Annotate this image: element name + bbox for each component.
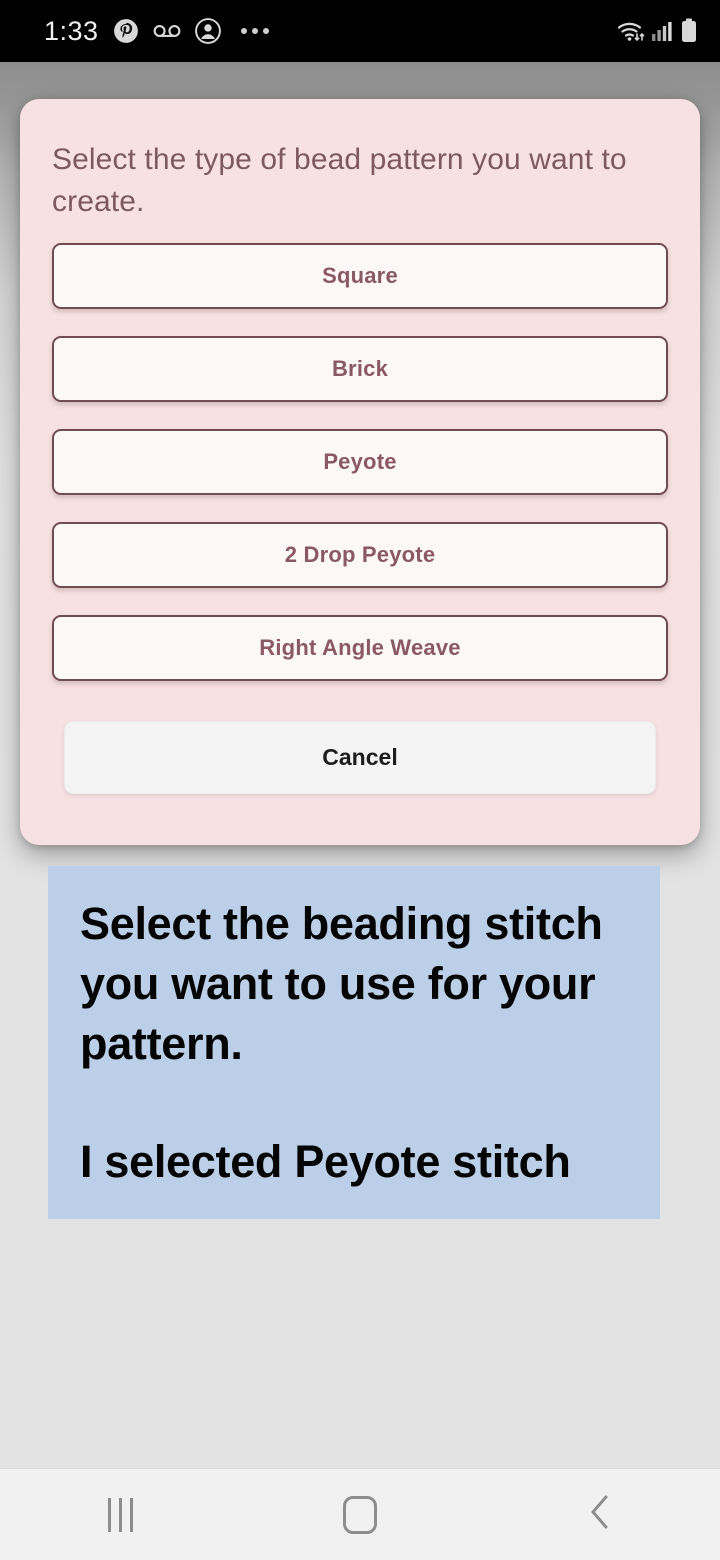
battery-icon	[680, 18, 698, 44]
option-button-square[interactable]: Square	[52, 243, 668, 309]
back-icon	[585, 1493, 615, 1536]
wifi-icon	[616, 18, 646, 44]
cellular-signal-icon	[651, 19, 675, 43]
dialog-title: Select the type of bead pattern you want…	[52, 143, 627, 218]
contact-account-icon	[194, 18, 221, 44]
nav-recents-button[interactable]	[0, 1469, 240, 1560]
status-bar-right	[616, 18, 698, 44]
option-button-peyote[interactable]: Peyote	[52, 429, 668, 495]
recents-icon	[107, 1497, 133, 1532]
status-bar: 1:33	[0, 0, 720, 62]
cancel-button-container: Cancel	[52, 721, 668, 794]
voicemail-icon	[153, 22, 181, 40]
status-bar-left: 1:33	[44, 16, 616, 47]
instruction-caption-box: Select the beading stitch you want to us…	[48, 866, 660, 1219]
caption-line-1: Select the beading stitch you want to us…	[80, 898, 603, 1069]
pinterest-icon	[113, 18, 139, 44]
option-button-right-angle-weave[interactable]: Right Angle Weave	[52, 615, 668, 681]
status-bar-clock: 1:33	[44, 15, 99, 46]
caption-line-2: I selected Peyote stitch	[80, 1136, 571, 1187]
cancel-button[interactable]: Cancel	[64, 721, 656, 794]
bead-pattern-type-dialog: Select the type of bead pattern you want…	[20, 99, 700, 845]
home-icon	[343, 1495, 377, 1534]
phone-screen: 1:33 Select the type of bead pattern you…	[0, 0, 720, 1560]
more-notifications-icon	[240, 28, 269, 34]
option-button-brick[interactable]: Brick	[52, 336, 668, 402]
nav-back-button[interactable]	[480, 1469, 720, 1560]
nav-home-button[interactable]	[240, 1469, 480, 1560]
option-button-2-drop-peyote[interactable]: 2 Drop Peyote	[52, 522, 668, 588]
pattern-type-option-list: Square Brick Peyote 2 Drop Peyote Right …	[52, 243, 668, 681]
system-navigation-bar	[0, 1468, 720, 1560]
